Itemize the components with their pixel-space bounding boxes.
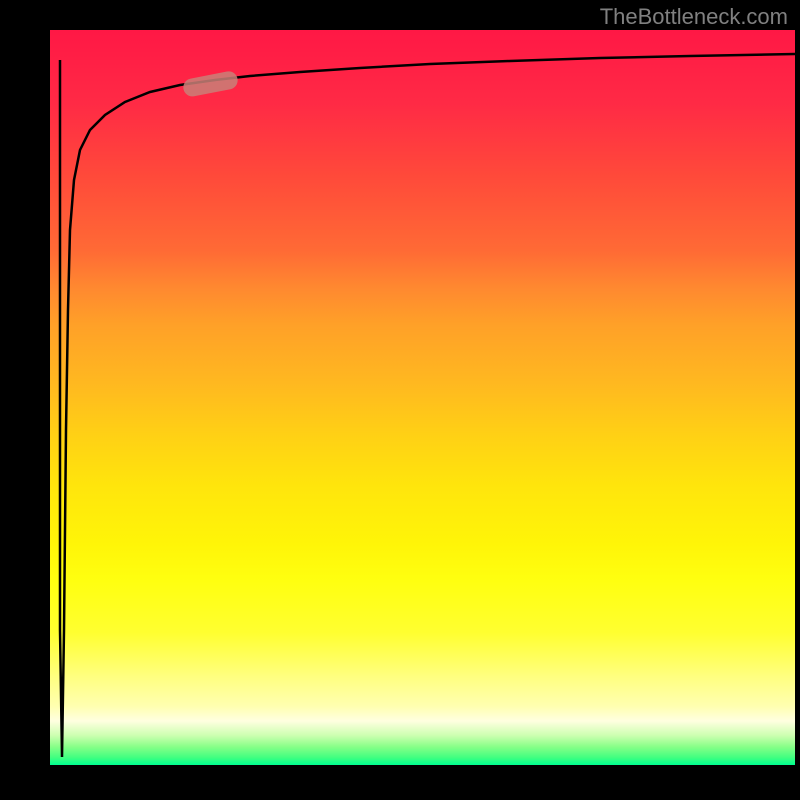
watermark-text: TheBottleneck.com xyxy=(600,4,788,30)
chart-curve-layer xyxy=(50,30,795,765)
curve-marker xyxy=(182,70,239,98)
bottleneck-curve xyxy=(60,54,795,757)
